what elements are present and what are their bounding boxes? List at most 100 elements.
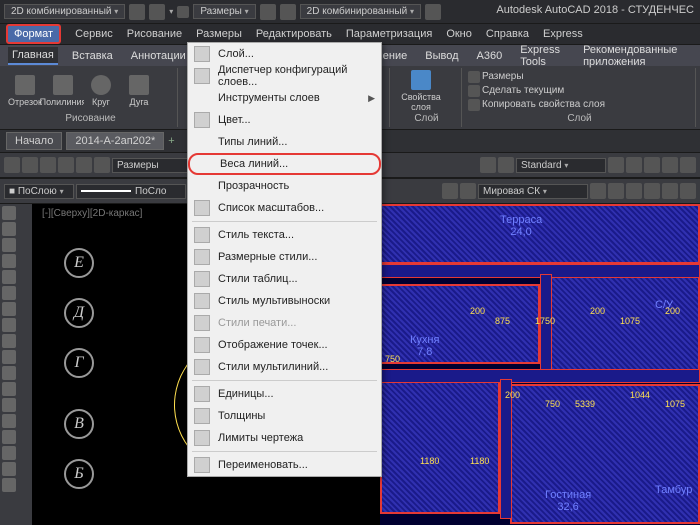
vtool-icon[interactable] (2, 366, 16, 380)
ucs-dropdown[interactable]: Мировая СК ▾ (478, 184, 588, 199)
tool-icon[interactable] (608, 183, 624, 199)
qat-icon[interactable] (425, 4, 441, 20)
arc-button[interactable]: Дуга (122, 69, 156, 113)
menu-item[interactable]: Отображение точек... (188, 334, 381, 356)
menu-item[interactable]: Типы линий... (188, 131, 381, 153)
color-bylayer[interactable]: ■ ПоСлою ▾ (4, 184, 74, 199)
menu-item[interactable]: Толщины (188, 405, 381, 427)
copy-layer-props-row[interactable]: Копировать свойства слоя (468, 99, 605, 111)
vtool-icon[interactable] (2, 286, 16, 300)
visual-style-dropdown-1[interactable]: 2D комбинированный ▾ (4, 4, 125, 19)
circle-button[interactable]: Круг (84, 69, 118, 113)
tool-icon[interactable] (40, 157, 56, 173)
qat-icon[interactable] (129, 4, 145, 20)
menu-item[interactable]: Лимиты чертежа (188, 427, 381, 449)
menu-item[interactable]: Стили мультилиний... (188, 356, 381, 378)
tool-icon[interactable] (662, 157, 678, 173)
tab-home[interactable]: Главная (8, 47, 58, 65)
tool-icon[interactable] (608, 157, 624, 173)
tool-icon[interactable] (644, 157, 660, 173)
dim-icon[interactable] (177, 6, 189, 18)
vtool-icon[interactable] (2, 430, 16, 444)
vtool-icon[interactable] (2, 318, 16, 332)
tool-icon[interactable] (626, 157, 642, 173)
menu-parametric[interactable]: Параметризация (346, 28, 432, 40)
menu-item[interactable]: Стиль мультивыноски (188, 290, 381, 312)
file-tab[interactable]: 2014-А-2ап202* (66, 132, 164, 150)
menu-item[interactable]: Стиль текста... (188, 224, 381, 246)
tool-icon[interactable] (480, 157, 496, 173)
tab-insert[interactable]: Вставка (68, 48, 117, 64)
size-field[interactable]: Размеры (112, 158, 192, 173)
menu-item[interactable]: Прозрачность (188, 175, 381, 197)
textstyle-dropdown[interactable]: Standard ▾ (516, 158, 606, 173)
layer-properties-button[interactable]: Свойства слоя (396, 69, 446, 113)
menu-item[interactable]: Инструменты слоев▶ (188, 87, 381, 109)
menu-item[interactable]: Цвет... (188, 109, 381, 131)
tool-icon[interactable] (4, 157, 20, 173)
menu-window[interactable]: Окно (446, 28, 472, 40)
qat-icon[interactable] (280, 4, 296, 20)
menu-item[interactable]: Слой... (188, 43, 381, 65)
vtool-icon[interactable] (2, 350, 16, 364)
menu-item[interactable]: Размерные стили... (188, 246, 381, 268)
linetype-bylayer[interactable]: ПоСло (76, 184, 186, 199)
tool-icon[interactable] (94, 157, 110, 173)
vtool-icon[interactable] (2, 478, 16, 492)
menu-format[interactable]: Формат (6, 24, 61, 44)
menu-item[interactable]: Стили таблиц... (188, 268, 381, 290)
tool-icon[interactable] (662, 183, 678, 199)
vtool-icon[interactable] (2, 462, 16, 476)
tab-output[interactable]: Вывод (421, 48, 462, 64)
tab-express[interactable]: Express Tools (516, 42, 569, 70)
make-current-row[interactable]: Сделать текущим (468, 85, 605, 97)
tab-a360[interactable]: A360 (473, 48, 507, 64)
qat-icon[interactable] (260, 4, 276, 20)
vtool-icon[interactable] (2, 334, 16, 348)
vtool-icon[interactable] (2, 222, 16, 236)
polyline-button[interactable]: Полилиния (46, 69, 80, 113)
vtool-icon[interactable] (2, 382, 16, 396)
menu-item[interactable]: Единицы... (188, 383, 381, 405)
dim-label: 1750 (535, 316, 555, 326)
tool-icon[interactable] (680, 157, 696, 173)
menu-edit[interactable]: Редактировать (256, 28, 332, 40)
menu-item[interactable]: Диспетчер конфигураций слоев... (188, 65, 381, 87)
vtool-icon[interactable] (2, 238, 16, 252)
tool-icon[interactable] (58, 157, 74, 173)
vtool-icon[interactable] (2, 414, 16, 428)
tool-icon[interactable] (76, 157, 92, 173)
tab-annotate[interactable]: Аннотации (127, 48, 190, 64)
tool-icon[interactable] (22, 157, 38, 173)
menu-item[interactable]: Список масштабов... (188, 197, 381, 219)
menu-draw[interactable]: Рисование (127, 28, 182, 40)
tool-icon[interactable] (460, 183, 476, 199)
viewport-label[interactable]: [-][Сверху][2D-каркас] (42, 208, 142, 219)
menu-item[interactable]: Переименовать... (188, 454, 381, 476)
line-button[interactable]: Отрезок (8, 69, 42, 113)
tool-icon[interactable] (644, 183, 660, 199)
vtool-icon[interactable] (2, 446, 16, 460)
menu-express[interactable]: Express (543, 28, 583, 40)
menu-help[interactable]: Справка (486, 28, 529, 40)
dimensions-dropdown[interactable]: Размеры ▾ (193, 4, 255, 19)
menu-item[interactable]: Веса линий... (188, 153, 381, 175)
vtool-icon[interactable] (2, 254, 16, 268)
tab-featured[interactable]: Рекомендованные приложения (579, 42, 692, 70)
menu-dimensions[interactable]: Размеры (196, 28, 242, 40)
vtool-icon[interactable] (2, 302, 16, 316)
qat-icon[interactable] (149, 4, 165, 20)
tool-icon[interactable] (680, 183, 696, 199)
tool-icon[interactable] (442, 183, 458, 199)
vtool-icon[interactable] (2, 206, 16, 220)
dimensions-row[interactable]: Размеры (468, 71, 605, 83)
vtool-icon[interactable] (2, 270, 16, 284)
tool-icon[interactable] (626, 183, 642, 199)
start-tab[interactable]: Начало (6, 132, 62, 150)
visual-style-dropdown-2[interactable]: 2D комбинированный ▾ (300, 4, 421, 19)
tool-icon[interactable] (590, 183, 606, 199)
vtool-icon[interactable] (2, 398, 16, 412)
new-tab-button[interactable]: + (168, 135, 174, 147)
tool-icon[interactable] (498, 157, 514, 173)
menu-service[interactable]: Сервис (75, 28, 113, 40)
